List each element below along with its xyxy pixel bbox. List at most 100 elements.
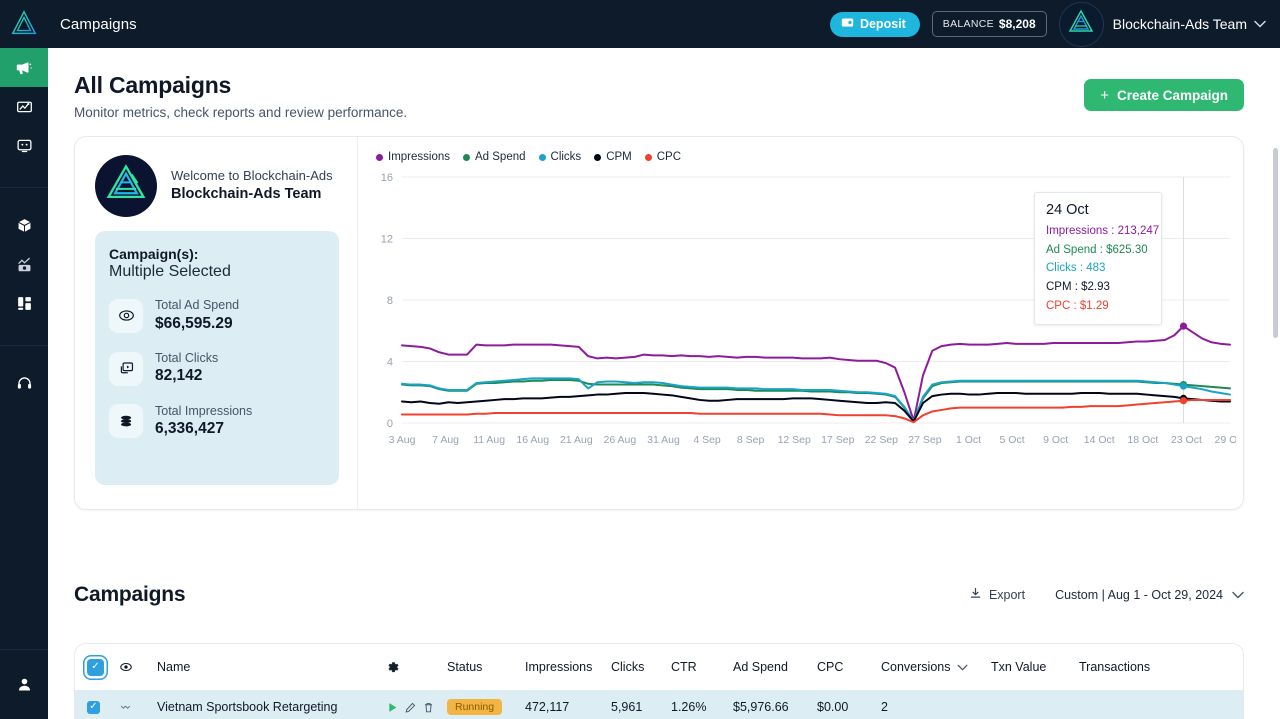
- stat-total-impressions: Total Impressions 6,336,427: [109, 404, 325, 440]
- chevron-down-icon[interactable]: [957, 660, 968, 674]
- row-checkbox[interactable]: ✓: [87, 700, 100, 714]
- chart-tooltip: 24 Oct Impressions : 213,247 Ad Spend : $…: [1034, 192, 1162, 326]
- row-action-icons[interactable]: [387, 702, 447, 713]
- x-axis-tick-label: 8 Sep: [737, 434, 765, 446]
- sidebar-item-creatives[interactable]: [0, 87, 48, 126]
- series-line-cpm: [401, 392, 1231, 423]
- welcome-line-1: Welcome to Blockchain-Ads: [171, 168, 333, 184]
- balance-chip[interactable]: BALANCE $8,208: [931, 11, 1047, 37]
- column-header-ctr[interactable]: CTR: [671, 660, 733, 674]
- export-button[interactable]: Export: [969, 587, 1025, 603]
- image-chart-icon: [16, 98, 33, 115]
- workspace-avatar: [95, 155, 157, 217]
- hover-point-clicks: [1179, 382, 1188, 390]
- brand-logo-icon[interactable]: [0, 0, 48, 48]
- column-header-status[interactable]: Status: [447, 660, 525, 674]
- row-visibility-toggle[interactable]: [119, 703, 157, 712]
- tooltip-row-cpm: CPM : $2.93: [1046, 280, 1110, 293]
- chevron-down-icon[interactable]: [1232, 588, 1244, 602]
- settings-column-header[interactable]: [387, 661, 447, 674]
- x-axis-tick-label: 17 Sep: [821, 434, 854, 446]
- play-icon[interactable]: [387, 702, 398, 713]
- team-avatar: [1058, 1, 1104, 47]
- column-header-cpc[interactable]: CPC: [817, 660, 881, 674]
- welcome-line-2: Blockchain-Ads Team: [171, 185, 322, 202]
- overview-summary-panel: Welcome to Blockchain-Ads Blockchain-Ads…: [75, 137, 358, 509]
- check-icon: ✓: [89, 701, 98, 712]
- monitor-icon: [16, 137, 33, 154]
- x-axis-tick-label: 1 Oct: [956, 434, 981, 446]
- cube-icon: [16, 217, 33, 234]
- campaigns-section-header: Campaigns Export Custom | Aug 1 - Oct 29…: [74, 583, 1244, 607]
- row-campaign-name[interactable]: Vietnam Sportsbook Retargeting: [157, 700, 387, 714]
- click-icon: [109, 351, 143, 386]
- column-header-impressions[interactable]: Impressions: [525, 660, 611, 674]
- overview-card: Welcome to Blockchain-Ads Blockchain-Ads…: [74, 136, 1244, 510]
- delete-icon[interactable]: [423, 702, 434, 713]
- column-header-name[interactable]: Name: [157, 660, 387, 674]
- sidebar-item-campaigns[interactable]: [0, 48, 48, 87]
- series-line-clicks: [401, 377, 1231, 423]
- gear-icon: [388, 661, 399, 672]
- x-axis-tick-label: 31 Aug: [647, 434, 680, 446]
- legend-label: CPC: [656, 151, 682, 163]
- legend-label: CPM: [606, 151, 632, 163]
- sidebar-item-account[interactable]: [0, 650, 48, 719]
- column-header-clicks[interactable]: Clicks: [611, 660, 671, 674]
- sidebar-item-dashboard[interactable]: [0, 284, 48, 323]
- row-status-cell: Running: [447, 699, 525, 715]
- column-header-txn-value[interactable]: Txn Value: [991, 660, 1079, 674]
- sidebar-item-products[interactable]: [0, 206, 48, 245]
- megaphone-icon: [15, 59, 33, 77]
- sidebar-item-support[interactable]: [0, 364, 48, 403]
- deposit-card-icon: [841, 17, 854, 31]
- x-axis-tick-label: 14 Oct: [1084, 434, 1115, 446]
- x-axis-tick-label: 16 Aug: [516, 434, 549, 446]
- welcome-text: Welcome to Blockchain-Ads Blockchain-Ads…: [171, 167, 333, 204]
- x-axis-tick-label: 21 Aug: [560, 434, 593, 446]
- legend-color-dot: [644, 153, 652, 161]
- legend-item-impressions[interactable]: Impressions: [376, 151, 450, 163]
- legend-label: Impressions: [388, 151, 450, 163]
- date-range-picker[interactable]: Custom | Aug 1 - Oct 29, 2024: [1055, 588, 1244, 602]
- x-axis-tick-label: 23 Oct: [1171, 434, 1202, 446]
- y-axis-tick-label: 16: [381, 172, 393, 184]
- legend-item-cpm[interactable]: CPM: [594, 151, 632, 163]
- export-label: Export: [988, 588, 1026, 602]
- legend-item-clicks[interactable]: Clicks: [538, 151, 582, 163]
- legend-item-ad-spend[interactable]: Ad Spend: [463, 151, 526, 163]
- legend-label: Clicks: [550, 151, 582, 163]
- deposit-button[interactable]: Deposit: [829, 11, 920, 37]
- legend-item-cpc[interactable]: CPC: [644, 151, 682, 163]
- table-row[interactable]: ✓ Vietnam Sportsbook Retargeting Running…: [75, 690, 1243, 719]
- headset-icon: [16, 375, 33, 392]
- analytics-camera-icon: [16, 256, 33, 273]
- column-header-ad-spend[interactable]: Ad Spend: [733, 660, 817, 674]
- download-icon: [969, 587, 982, 603]
- team-switcher[interactable]: Blockchain-Ads Team: [1058, 1, 1266, 47]
- visibility-column-header[interactable]: [119, 660, 157, 674]
- conversions-label: Conversions: [881, 660, 951, 674]
- edit-icon[interactable]: [405, 702, 416, 713]
- campaigns-table: ✓ Name Status Impressions Clicks CTR Ad: [74, 643, 1244, 719]
- campaigns-selected-label: Campaign(s):: [109, 246, 199, 262]
- y-axis-tick-label: 0: [387, 418, 393, 430]
- sidebar-item-monitor[interactable]: [0, 126, 48, 165]
- stat-value: 82,142: [155, 367, 203, 385]
- x-axis-tick-label: 7 Aug: [432, 434, 459, 446]
- column-header-conversions[interactable]: Conversions: [881, 660, 991, 674]
- sidebar-item-analytics[interactable]: [0, 245, 48, 284]
- balance-value: $8,208: [998, 17, 1036, 31]
- column-header-transactions[interactable]: Transactions: [1079, 660, 1179, 674]
- campaigns-actions: Export Custom | Aug 1 - Oct 29, 2024: [969, 587, 1244, 607]
- stat-label: Total Impressions: [155, 403, 253, 418]
- create-campaign-button[interactable]: + Create Campaign: [1084, 79, 1244, 111]
- x-axis-tick-label: 5 Oct: [1000, 434, 1025, 446]
- balance-label: BALANCE: [942, 18, 994, 30]
- select-all-checkbox[interactable]: ✓: [87, 658, 104, 676]
- campaigns-title: Campaigns: [74, 583, 186, 606]
- chevron-down-icon[interactable]: [1254, 17, 1266, 31]
- row-ctr: 1.26%: [671, 700, 707, 714]
- x-axis-tick-label: 4 Sep: [693, 434, 721, 446]
- page-scrollbar-thumb[interactable]: [1273, 148, 1278, 338]
